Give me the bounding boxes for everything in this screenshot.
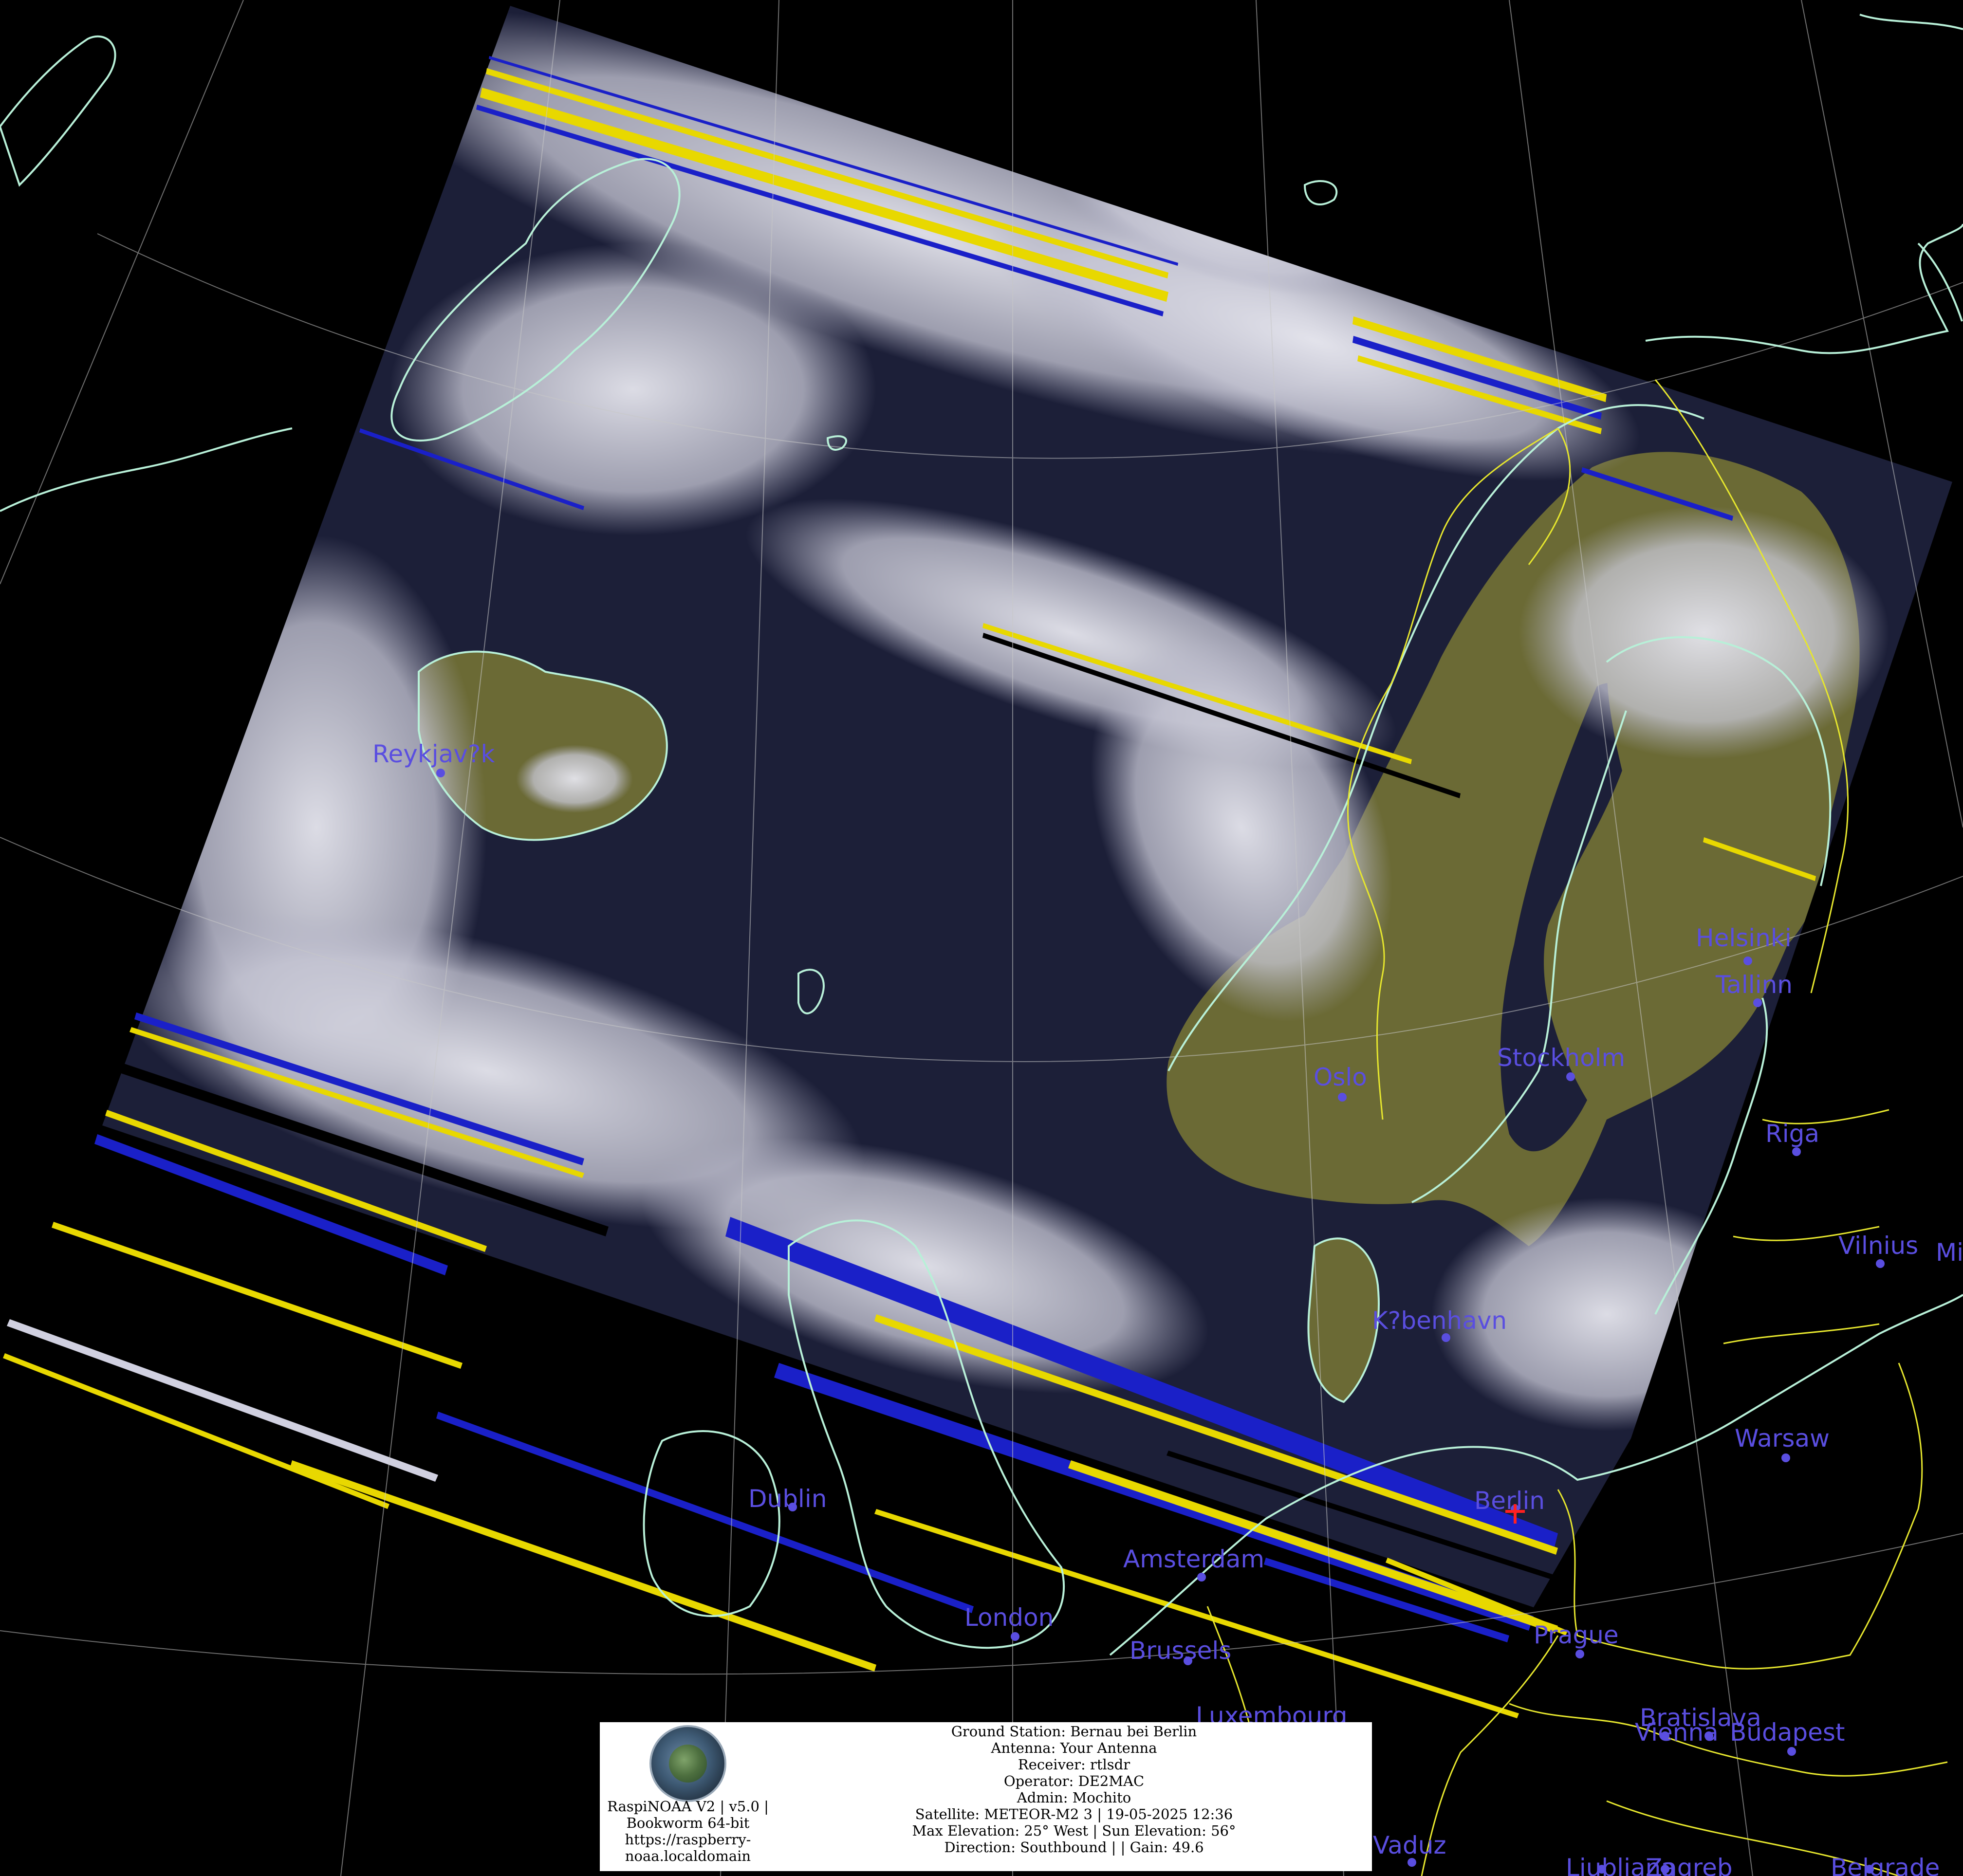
city-label-warsaw: Warsaw — [1735, 1424, 1830, 1453]
info-panel: RaspiNOAA V2 | v5.0 | Bookworm 64-bit ht… — [600, 1722, 1372, 1871]
antenna-line: Antenna: Your Antenna — [991, 1740, 1157, 1756]
software-version-line: RaspiNOAA V2 | v5.0 | — [607, 1798, 769, 1815]
city-label-k-benhavn: K?benhavn — [1372, 1306, 1507, 1335]
city-label-prague: Prague — [1534, 1621, 1619, 1649]
url-line-2: noaa.localdomain — [625, 1848, 751, 1864]
city-label-brussels: Brussels — [1130, 1637, 1231, 1665]
logo-earth-icon — [669, 1745, 707, 1783]
city-label-amsterdam: Amsterdam — [1123, 1545, 1264, 1573]
city-dot-vilnius — [1876, 1259, 1885, 1268]
cloud-finland — [1519, 506, 1889, 759]
direction-line: Direction: Southbound | | Gain: 49.6 — [944, 1839, 1204, 1856]
city-dot-oslo — [1338, 1093, 1347, 1102]
cloud-greenland-sea — [389, 243, 876, 535]
city-label-vaduz: Vaduz — [1373, 1831, 1446, 1859]
os-line: Bookworm 64-bit — [626, 1815, 750, 1831]
city-dot-tallinn — [1753, 998, 1762, 1007]
satellite-line: Satellite: METEOR-M2 3 | 19-05-2025 12:3… — [915, 1806, 1233, 1822]
satellite-map: Reykjav?k Helsinki Tallinn Stockholm Oslo Rig… — [0, 0, 1963, 1876]
cloud-iceland-highland — [516, 745, 633, 813]
city-dot-warsaw — [1781, 1453, 1790, 1462]
operator-line: Operator: DE2MAC — [1003, 1773, 1145, 1789]
city-dot-amsterdam — [1197, 1573, 1206, 1582]
ground-station-line: Ground Station: Bernau bei Berlin — [951, 1723, 1197, 1740]
url-line-1: https://raspberry- — [625, 1831, 751, 1848]
city-label-vilnius: Vilnius — [1838, 1232, 1918, 1260]
city-label-tallinn: Tallinn — [1715, 971, 1793, 999]
pass-info: Ground Station: Bernau bei Berlin Antenn… — [776, 1723, 1372, 1856]
city-label-zagreb: Zagreb — [1646, 1854, 1733, 1876]
city-label-belgrade: Belgrade — [1831, 1854, 1940, 1876]
city-label-vienna: Vienna — [1635, 1718, 1719, 1747]
receiver-line: Receiver: rtlsdr — [1018, 1756, 1130, 1773]
city-dot-helsinki — [1743, 956, 1752, 965]
admin-line: Admin: Mochito — [1017, 1789, 1131, 1806]
city-label-budapest: Budapest — [1730, 1718, 1845, 1747]
city-dot-london — [1011, 1632, 1019, 1641]
city-dot-stockholm — [1566, 1072, 1575, 1081]
city-dot-budapest — [1787, 1747, 1796, 1756]
raspinoaa-logo-icon — [649, 1725, 726, 1802]
city-dot-prague — [1575, 1650, 1584, 1658]
city-label-london: London — [964, 1603, 1054, 1632]
city-label-dublin: Dublin — [748, 1485, 827, 1513]
city-dot-riga — [1792, 1147, 1801, 1156]
city-label-helsinki: Helsinki — [1696, 924, 1792, 952]
satellite-image-view: Reykjav?k Helsinki Tallinn Stockholm Oslo Rig… — [0, 0, 1963, 1876]
city-label-mi: Mi — [1936, 1238, 1963, 1267]
city-label-oslo: Oslo — [1314, 1063, 1367, 1091]
city-label-reykjav-k: Reykjav?k — [372, 740, 495, 768]
city-dot-reykjav-k — [436, 769, 445, 777]
city-label-riga: Riga — [1765, 1120, 1819, 1148]
software-info: RaspiNOAA V2 | v5.0 | Bookworm 64-bit ht… — [600, 1798, 776, 1864]
city-label-stockholm: Stockholm — [1497, 1044, 1625, 1072]
elevation-line: Max Elevation: 25° West | Sun Elevation:… — [912, 1822, 1236, 1839]
